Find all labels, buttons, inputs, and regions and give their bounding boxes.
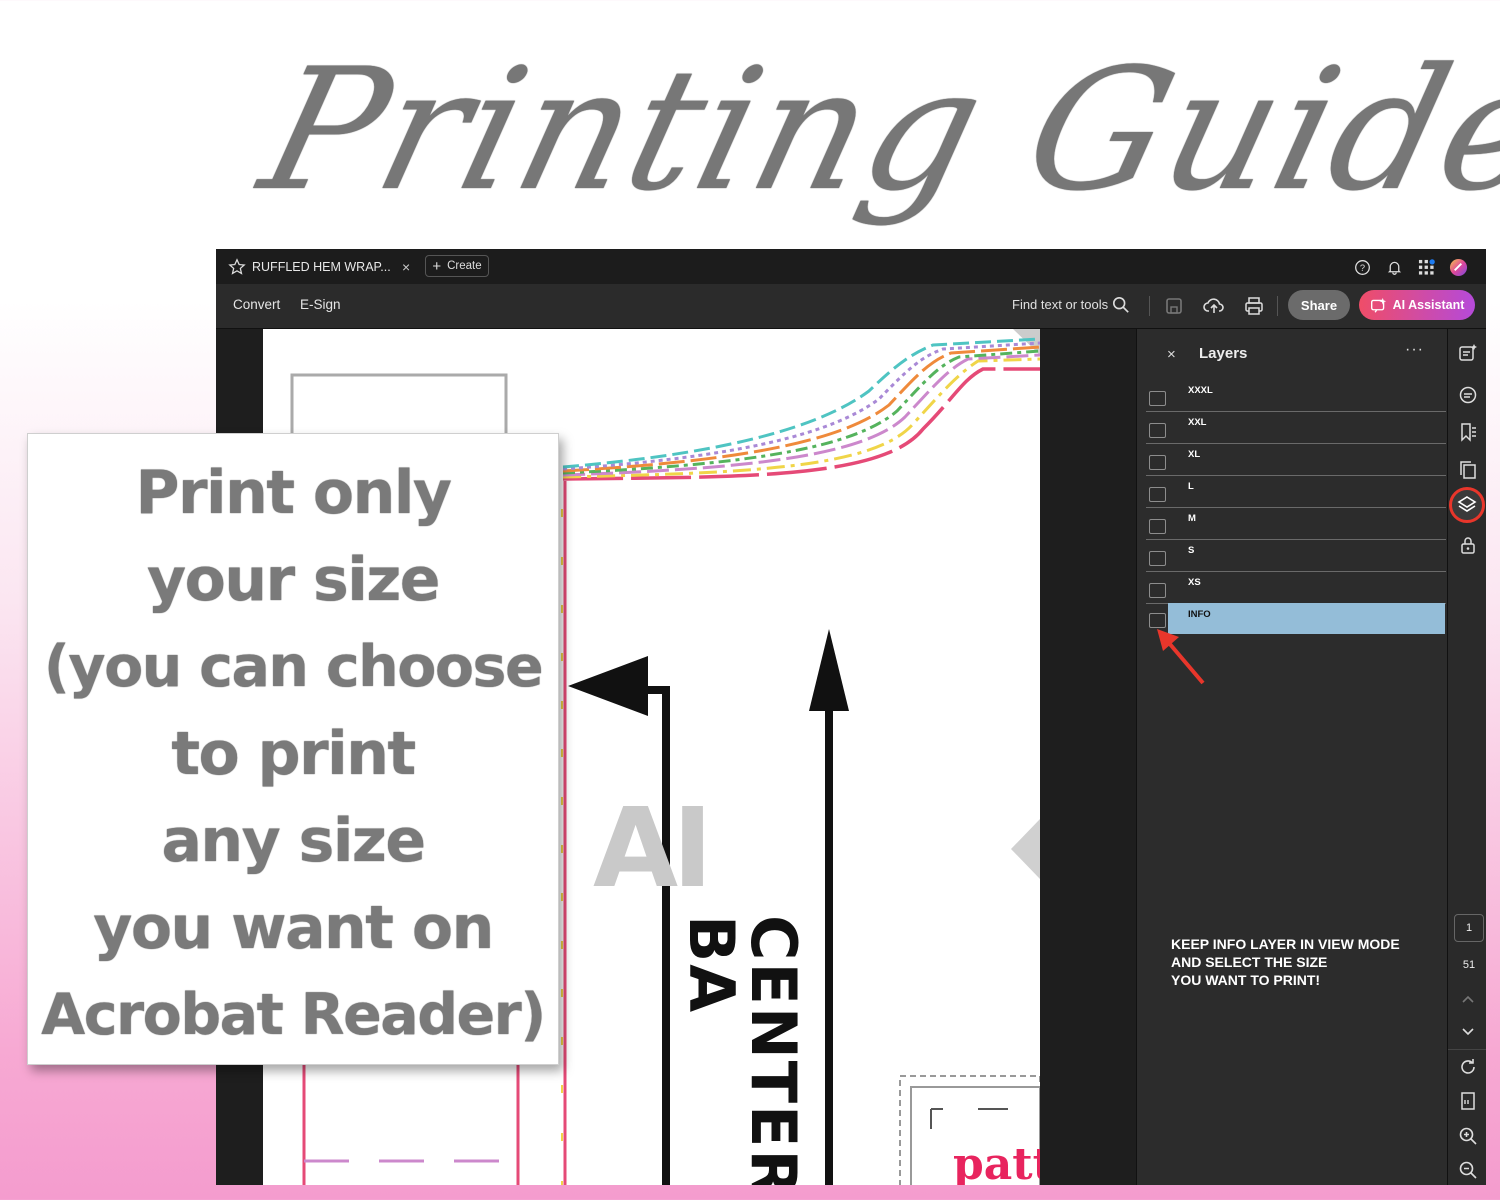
close-panel-icon[interactable]: × — [1167, 346, 1176, 363]
layer-row-xs[interactable]: XS — [1146, 573, 1446, 604]
callout-line: your size — [147, 545, 440, 615]
menu-esign[interactable]: E-Sign — [300, 297, 341, 312]
eye-icon[interactable] — [1149, 391, 1166, 406]
cloud-upload-icon[interactable] — [1203, 295, 1225, 317]
search-icon[interactable] — [1112, 296, 1130, 314]
bookmark-icon[interactable] — [1458, 422, 1478, 442]
apps-grid-icon[interactable] — [1416, 257, 1436, 277]
eye-icon[interactable] — [1149, 487, 1166, 502]
zoom-out-icon[interactable] — [1458, 1160, 1478, 1180]
toolbar-separator — [1277, 296, 1278, 316]
fit-page-icon[interactable] — [1458, 1091, 1478, 1111]
help-icon[interactable]: ? — [1352, 257, 1372, 277]
toolbar-separator — [1149, 296, 1150, 316]
layer-row-xxxl[interactable]: XXXL — [1146, 381, 1446, 412]
more-options-icon[interactable]: ··· — [1405, 341, 1424, 359]
rotate-icon[interactable] — [1458, 1057, 1478, 1077]
share-button[interactable]: Share — [1288, 290, 1350, 320]
layers-title: Layers — [1199, 345, 1248, 362]
layers-panel: × Layers ··· XXXL XXL XL L M S XS INFO K… — [1136, 329, 1447, 1185]
layer-name: INFO — [1188, 609, 1211, 620]
red-arrow-annotation — [1157, 629, 1205, 685]
rail-divider — [1448, 1049, 1486, 1050]
total-pages: 51 — [1462, 959, 1476, 971]
user-avatar-icon[interactable] — [1448, 257, 1468, 277]
callout-line: Print only — [135, 458, 452, 528]
layer-row-l[interactable]: L — [1146, 477, 1446, 508]
watermark-text: AI — [593, 784, 713, 912]
svg-text:?: ? — [1359, 262, 1364, 272]
eye-icon[interactable] — [1149, 423, 1166, 438]
create-label: Create — [447, 260, 482, 272]
pattern-brand-text: patt — [953, 1139, 1040, 1185]
chevron-down-icon[interactable] — [1458, 1021, 1478, 1041]
callout-line: (you can choose — [43, 634, 544, 700]
note-line: YOU WANT TO PRINT! — [1171, 972, 1321, 988]
eye-icon[interactable] — [1149, 551, 1166, 566]
eye-icon[interactable] — [1149, 455, 1166, 470]
eye-icon[interactable] — [1149, 519, 1166, 534]
instruction-callout: Print only your size (you can choose to … — [27, 433, 559, 1065]
ai-assistant-button[interactable]: AI Assistant — [1359, 290, 1475, 320]
layer-row-s[interactable]: S — [1146, 541, 1446, 572]
layer-name: L — [1188, 481, 1194, 492]
right-tool-rail: 1 51 — [1447, 329, 1486, 1185]
tab-title: RUFFLED HEM WRAP... — [252, 259, 391, 274]
eye-icon[interactable] — [1149, 583, 1166, 598]
callout-line: you want on — [93, 893, 494, 963]
print-icon[interactable] — [1243, 295, 1265, 317]
layer-name: XXL — [1188, 417, 1207, 428]
layer-name: XXXL — [1188, 385, 1213, 396]
note-line: KEEP INFO LAYER IN VIEW MODE — [1171, 936, 1400, 952]
toolbar: Convert E-Sign Find text or tools Share … — [216, 284, 1486, 329]
guide-title: Printing Guide — [245, 32, 1500, 228]
center-back-label: CENTER BA — [680, 915, 804, 1185]
menu-convert[interactable]: Convert — [233, 297, 280, 312]
callout-line: any size — [161, 806, 426, 876]
pages-icon[interactable] — [1458, 460, 1478, 480]
layer-name: S — [1188, 545, 1195, 556]
callout-line: Acrobat Reader) — [41, 982, 546, 1048]
instruction-note: KEEP INFO LAYER IN VIEW MODE AND SELECT … — [1171, 935, 1441, 989]
star-icon[interactable] — [228, 257, 246, 276]
layer-name: M — [1188, 513, 1196, 524]
plus-icon: + — [432, 257, 442, 275]
layer-row-xl[interactable]: XL — [1146, 445, 1446, 476]
ai-assistant-label: AI Assistant — [1392, 298, 1465, 312]
layers-tool-active[interactable] — [1449, 487, 1485, 523]
layer-row-m[interactable]: M — [1146, 509, 1446, 540]
ai-sparkle-icon — [1370, 297, 1386, 313]
zoom-in-icon[interactable] — [1458, 1126, 1478, 1146]
bell-icon[interactable] — [1384, 257, 1404, 277]
lock-icon[interactable] — [1458, 535, 1478, 555]
note-line: AND SELECT THE SIZE — [1171, 954, 1328, 970]
comment-icon[interactable] — [1458, 385, 1478, 405]
chevron-up-icon[interactable] — [1458, 989, 1478, 1009]
layer-row-xxl[interactable]: XXL — [1146, 413, 1446, 444]
close-tab-icon[interactable]: × — [402, 259, 410, 275]
layer-name: XL — [1188, 449, 1201, 460]
layer-name: XS — [1188, 577, 1201, 588]
edit-sparkle-icon[interactable] — [1458, 343, 1478, 363]
find-text-label[interactable]: Find text or tools — [1012, 297, 1108, 312]
save-icon[interactable] — [1163, 295, 1185, 317]
layers-icon — [1457, 496, 1477, 512]
current-page-input[interactable]: 1 — [1454, 914, 1484, 942]
callout-line: to print — [171, 719, 416, 789]
